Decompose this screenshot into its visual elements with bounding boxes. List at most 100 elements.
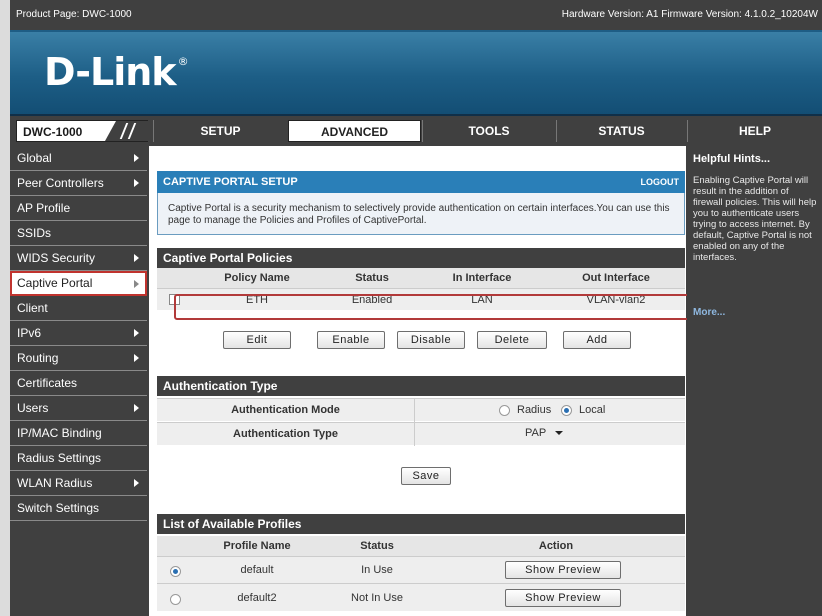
col-out-interface: Out Interface — [582, 272, 650, 284]
auth-type-row: Authentication Type PAP — [157, 422, 685, 446]
sidebar-item-ssids[interactable]: SSIDs — [10, 221, 147, 246]
sidebar-item-label: Routing — [17, 351, 59, 365]
chevron-down-icon — [555, 431, 563, 435]
model-name: DWC-1000 — [23, 125, 83, 139]
profile-radio[interactable] — [170, 566, 181, 577]
brand-banner: D-Link ® — [10, 30, 822, 116]
sidebar-item-radius-settings[interactable]: Radius Settings — [10, 446, 147, 471]
local-label: Local — [579, 404, 606, 416]
col-action: Action — [538, 540, 574, 552]
tab-tools[interactable]: TOOLS — [422, 120, 555, 142]
table-row[interactable]: default2 Not In Use Show Preview — [157, 583, 685, 611]
sidebar-item-label: Peer Controllers — [17, 176, 104, 190]
page-title: CAPTIVE PORTAL SETUP — [163, 176, 298, 188]
version-label: Hardware Version: A1 Firmware Version: 4… — [561, 9, 818, 20]
auth-mode-row: Authentication Mode Radius Local — [157, 398, 685, 422]
chevron-right-icon — [134, 154, 139, 162]
chevron-right-icon — [134, 254, 139, 262]
sidebar-item-global[interactable]: Global — [10, 146, 147, 171]
help-title: Helpful Hints... — [693, 153, 770, 165]
chevron-right-icon — [134, 404, 139, 412]
sidebar-item-label: AP Profile — [17, 201, 71, 215]
col-policy-name: Policy Name — [224, 272, 290, 284]
show-preview-button[interactable]: Show Preview — [505, 589, 621, 607]
sidebar-item-peer-controllers[interactable]: Peer Controllers — [10, 171, 147, 196]
page-frame: Product Page: DWC-1000 Hardware Version:… — [10, 0, 822, 616]
sidebar-item-label: Certificates — [17, 376, 78, 390]
sidebar-item-ipv6[interactable]: IPv6 — [10, 321, 147, 346]
sidebar-item-switch-settings[interactable]: Switch Settings — [10, 496, 147, 521]
sidebar-item-client[interactable]: Client — [10, 296, 147, 321]
left-edge — [0, 0, 10, 616]
sidebar-item-label: Captive Portal — [17, 276, 93, 290]
main-nav: DWC-1000 SETUP ADVANCED TOOLS STATUS HEL… — [10, 116, 822, 146]
tab-advanced[interactable]: ADVANCED — [288, 120, 421, 142]
sidebar-item-captive-portal[interactable]: Captive Portal — [10, 271, 147, 296]
add-button[interactable]: Add — [563, 331, 631, 349]
profile-status: In Use — [361, 564, 393, 576]
show-preview-button[interactable]: Show Preview — [505, 561, 621, 579]
edit-button[interactable]: Edit — [223, 331, 291, 349]
col-profile-status: Status — [360, 540, 394, 552]
auth-type-label: Authentication Type — [157, 423, 415, 446]
sidebar-item-wlan-radius[interactable]: WLAN Radius — [10, 471, 147, 496]
auth-type-select[interactable]: PAP — [521, 426, 567, 442]
delete-button[interactable]: Delete — [477, 331, 547, 349]
profile-name: default2 — [237, 592, 277, 604]
table-row[interactable]: default In Use Show Preview — [157, 556, 685, 583]
top-info-bar: Product Page: DWC-1000 Hardware Version:… — [10, 0, 822, 30]
sidebar-item-label: Client — [17, 301, 48, 315]
sidebar-item-label: WIDS Security — [17, 251, 96, 265]
sidebar-item-label: SSIDs — [17, 226, 52, 240]
sidebar-item-certificates[interactable]: Certificates — [10, 371, 147, 396]
sidebar-item-ip-mac-binding[interactable]: IP/MAC Binding — [10, 421, 147, 446]
sidebar-item-label: Switch Settings — [17, 501, 100, 515]
logout-link[interactable]: LOGOUT — [641, 177, 680, 187]
col-profile-name: Profile Name — [223, 540, 291, 552]
col-status: Status — [355, 272, 389, 284]
chevron-right-icon — [134, 280, 139, 288]
sidebar-item-label: IP/MAC Binding — [17, 426, 102, 440]
sidebar-item-label: WLAN Radius — [17, 476, 93, 490]
sidebar-item-users[interactable]: Users — [10, 396, 147, 421]
policies-table-header: Policy Name Status In Interface Out Inte… — [157, 268, 685, 288]
highlight-box — [174, 294, 697, 320]
disable-button[interactable]: Disable — [397, 331, 465, 349]
radius-radio[interactable] — [499, 405, 510, 416]
enable-button[interactable]: Enable — [317, 331, 385, 349]
sidebar-menu: Global Peer Controllers AP Profile SSIDs WID… — [10, 146, 147, 521]
save-button[interactable]: Save — [401, 467, 451, 485]
policies-header: Captive Portal Policies — [157, 248, 685, 268]
auth-mode-label: Authentication Mode — [157, 399, 415, 422]
tab-status[interactable]: STATUS — [556, 120, 686, 142]
profile-name: default — [240, 564, 274, 576]
tab-setup[interactable]: SETUP — [153, 120, 287, 142]
profile-status: Not In Use — [351, 592, 403, 604]
sidebar-item-routing[interactable]: Routing — [10, 346, 147, 371]
chevron-right-icon — [134, 479, 139, 487]
profile-radio[interactable] — [170, 594, 181, 605]
profiles-header: List of Available Profiles — [157, 514, 685, 534]
dlink-logo: D-Link ® — [44, 50, 189, 94]
sidebar-item-label: Users — [17, 401, 49, 415]
sidebar-item-label: IPv6 — [17, 326, 42, 340]
radius-label: Radius — [517, 404, 552, 416]
slash-decoration — [105, 121, 149, 141]
col-in-interface: In Interface — [452, 272, 512, 284]
sidebar-item-wids-security[interactable]: WIDS Security — [10, 246, 147, 271]
chevron-right-icon — [134, 354, 139, 362]
sidebar-item-ap-profile[interactable]: AP Profile — [10, 196, 147, 221]
local-radio[interactable] — [561, 405, 572, 416]
product-page-label: Product Page: DWC-1000 — [16, 9, 132, 20]
app-root: Product Page: DWC-1000 Hardware Version:… — [0, 0, 822, 616]
auth-header: Authentication Type — [157, 376, 685, 396]
tab-help[interactable]: HELP — [687, 120, 822, 142]
main-content: CAPTIVE PORTAL SETUP LOGOUT Captive Port… — [149, 146, 697, 616]
sidebar-item-label: Radius Settings — [17, 451, 102, 465]
more-link[interactable]: More... — [693, 307, 725, 318]
profiles-table-header: Profile Name Status Action — [157, 536, 685, 556]
help-body: Enabling Captive Portal will result in t… — [693, 175, 817, 263]
model-badge: DWC-1000 — [16, 120, 149, 142]
help-panel: Helpful Hints... Enabling Captive Portal… — [687, 146, 822, 616]
sidebar-item-label: Global — [17, 151, 52, 165]
